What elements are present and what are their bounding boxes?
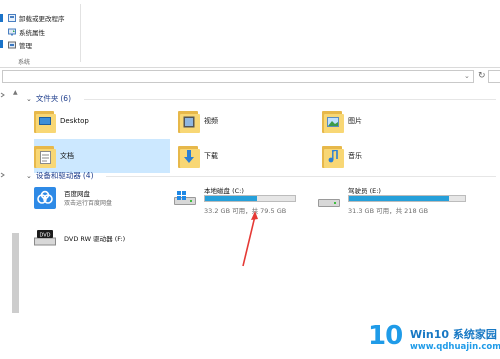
devices-section-header[interactable]: ⌄ 设备和驱动器 (4) xyxy=(26,170,94,181)
manage-label: 管理 xyxy=(19,42,32,50)
folders-section-count: (6) xyxy=(60,94,71,103)
baidu-netdisk-icon xyxy=(34,187,56,209)
device-subtitle: 双击运行百度网盘 xyxy=(64,200,113,207)
hard-drive-icon xyxy=(318,191,340,209)
folder-tile-documents[interactable]: 文档 xyxy=(34,139,170,173)
dvd-drive-icon: DVD xyxy=(34,229,56,247)
drive-usage-fill xyxy=(205,196,258,201)
site-watermark: 10 Win10 系统家园 www.qdhuajin.com xyxy=(366,323,500,359)
navigation-scrollbar-thumb[interactable] xyxy=(12,233,19,313)
music-folder-icon xyxy=(322,143,344,169)
desktop-folder-icon xyxy=(34,108,56,134)
drive-e-item[interactable]: 驾驶员 (E:) 31.3 GB 可用，共 218 GB xyxy=(318,184,466,218)
folder-tile-downloads[interactable]: 下载 xyxy=(178,139,314,173)
ribbon-edge-stub xyxy=(0,40,3,48)
scroll-up-arrow-icon[interactable]: ▲ xyxy=(13,89,18,96)
ribbon-group-label: 系统 xyxy=(18,59,31,66)
address-bar: ⌄ ↻ xyxy=(0,70,500,84)
folder-label: 文档 xyxy=(60,152,74,160)
ribbon: 卸载或更改程序 系统属性 管理 系统 xyxy=(0,0,500,68)
folder-label: 下载 xyxy=(204,152,218,160)
watermark-logo: 10 xyxy=(368,321,403,351)
section-divider xyxy=(106,176,496,177)
folder-label: 图片 xyxy=(348,117,362,125)
search-box[interactable] xyxy=(488,70,500,83)
device-name: DVD RW 驱动器 (F:) xyxy=(64,235,126,243)
uninstall-icon xyxy=(8,14,16,22)
folder-label: 视频 xyxy=(204,117,218,125)
windows-drive-icon xyxy=(174,191,196,209)
drive-usage-fill xyxy=(349,196,449,201)
ribbon-divider xyxy=(80,4,81,62)
videos-folder-icon xyxy=(178,108,200,134)
navigation-pane: ▲ xyxy=(0,86,20,359)
folder-label: 音乐 xyxy=(348,152,362,160)
devices-section-count: (4) xyxy=(82,171,94,180)
refresh-icon[interactable]: ↻ xyxy=(478,71,486,81)
folder-tile-music[interactable]: 音乐 xyxy=(322,139,458,173)
system-properties-label: 系统属性 xyxy=(19,29,45,37)
dvd-drive-item[interactable]: DVD DVD RW 驱动器 (F:) xyxy=(34,222,170,256)
baidu-netdisk-item[interactable]: 百度网盘 双击运行百度网盘 xyxy=(34,184,170,218)
folder-tile-desktop[interactable]: Desktop xyxy=(34,104,170,138)
folders-section-header[interactable]: ⌄ 文件夹 (6) xyxy=(26,93,71,104)
collapse-chevron-icon: ⌄ xyxy=(26,171,32,180)
watermark-title: Win10 系统家园 xyxy=(410,328,497,341)
folder-tile-videos[interactable]: 视频 xyxy=(178,104,314,138)
devices-section-title: 设备和驱动器 xyxy=(35,171,81,180)
watermark-url: www.qdhuajin.com xyxy=(410,342,500,352)
device-name: 百度网盘 xyxy=(64,190,90,198)
drive-name: 驾驶员 (E:) xyxy=(348,187,381,195)
expand-chevron-icon[interactable] xyxy=(0,172,6,178)
drive-usage-bar xyxy=(348,195,466,202)
drive-name: 本地磁盘 (C:) xyxy=(204,187,244,195)
drive-free-space: 31.3 GB 可用，共 218 GB xyxy=(348,207,429,215)
system-properties-icon xyxy=(8,28,16,36)
annotation-arrow xyxy=(242,211,258,267)
folder-tile-pictures[interactable]: 图片 xyxy=(322,104,458,138)
address-history-chevron-icon[interactable]: ⌄ xyxy=(464,72,470,80)
address-input[interactable] xyxy=(2,70,474,83)
folder-label: Desktop xyxy=(60,117,89,125)
pictures-folder-icon xyxy=(322,108,344,134)
system-properties-button[interactable]: 系统属性 xyxy=(8,26,45,38)
expand-chevron-icon[interactable] xyxy=(0,92,6,98)
drive-usage-bar xyxy=(204,195,296,202)
section-divider xyxy=(84,99,496,100)
ribbon-edge-stub xyxy=(0,14,3,22)
manage-button[interactable]: 管理 xyxy=(8,39,32,51)
collapse-chevron-icon: ⌄ xyxy=(26,94,32,103)
uninstall-program-button[interactable]: 卸载或更改程序 xyxy=(8,12,65,24)
downloads-folder-icon xyxy=(178,143,200,169)
documents-folder-icon xyxy=(34,143,56,169)
folders-section-title: 文件夹 xyxy=(35,94,59,103)
uninstall-program-label: 卸载或更改程序 xyxy=(19,15,65,23)
manage-icon xyxy=(8,41,16,49)
svg-text:DVD: DVD xyxy=(39,232,50,238)
